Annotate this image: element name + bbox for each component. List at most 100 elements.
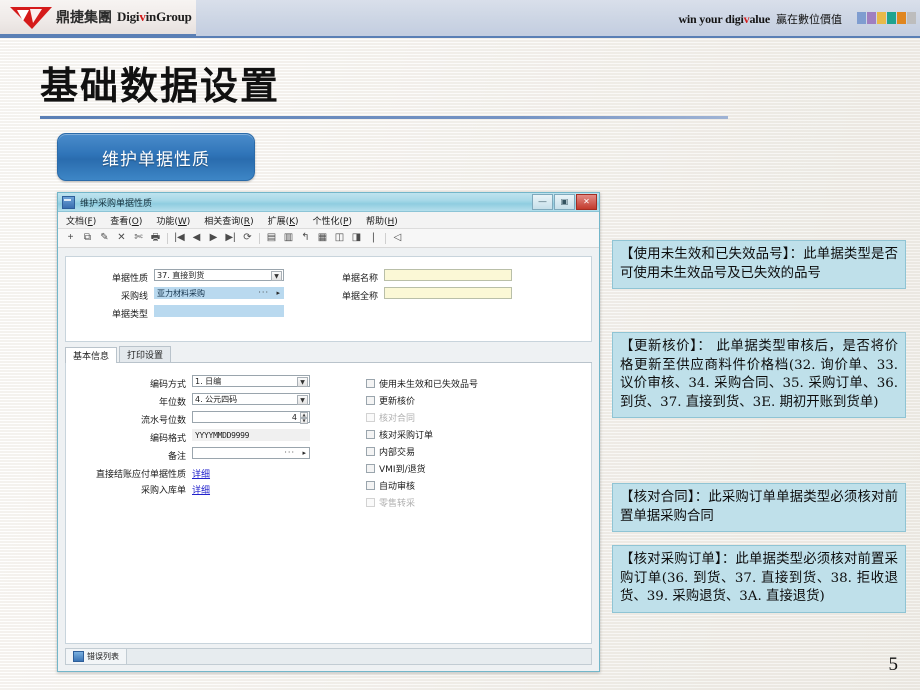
brand-swatch-4: [897, 12, 906, 24]
toolbar-separator: [259, 232, 260, 244]
checkbox-1[interactable]: 更新核价: [366, 394, 415, 407]
purchase-receipt-detail-link[interactable]: 详细: [192, 483, 210, 496]
ellipsis-icon[interactable]: ···: [284, 448, 295, 457]
brand-swatch-0: [857, 12, 866, 24]
maximize-button[interactable]: ▣: [554, 194, 575, 210]
main-form-panel: 编码方式 1. 日编 ▼ 年位数 4. 公元四码 ▼ 流水号位数 4 ▲ ▼ 编码…: [65, 363, 592, 644]
slide-canvas: 鼎捷集團 DigivinGroup win your digivalue 贏在數…: [0, 0, 920, 690]
error-list-tab[interactable]: 错误列表: [66, 649, 127, 664]
add-icon[interactable]: +: [62, 230, 79, 246]
purchase-line-value: 亚力材料采购: [157, 288, 205, 298]
approve-icon[interactable]: ◨: [348, 230, 365, 246]
serial-digits-spinner[interactable]: 4 ▲ ▼: [192, 411, 310, 424]
print-icon[interactable]: 🖶: [147, 230, 164, 246]
cut-icon[interactable]: ✄: [130, 230, 147, 246]
lookup-arrow-icon[interactable]: ▸: [302, 449, 306, 457]
toolbar-separator: [167, 232, 168, 244]
label-remark: 备注: [167, 452, 186, 462]
save-icon[interactable]: ▤: [263, 230, 280, 246]
remark-lookup[interactable]: ··· ▸: [192, 447, 310, 459]
tab-strip: 基本信息 打印设置: [65, 346, 592, 363]
brand-swatch-3: [887, 12, 896, 24]
document-fullname-input[interactable]: [384, 287, 512, 299]
checkbox-box-icon: [366, 447, 375, 456]
application-icon: [62, 195, 75, 209]
checkbox-5[interactable]: VMI到/退货: [366, 462, 426, 475]
checkbox-label: 更新核价: [379, 397, 416, 407]
checkbox-box-icon: [366, 498, 375, 507]
logo-chinese-text: 鼎捷集團: [56, 10, 112, 26]
label-document-name: 单据名称: [341, 274, 378, 284]
direct-settle-payable-detail-link[interactable]: 详细: [192, 467, 210, 480]
close-button[interactable]: ✕: [576, 194, 597, 210]
document-type-field[interactable]: [154, 305, 284, 317]
title-underline-rule: [40, 116, 728, 119]
error-list-icon: [73, 651, 84, 662]
refresh-icon[interactable]: ⟳: [239, 230, 256, 246]
checkbox-0[interactable]: 使用未生效和已失效品号: [366, 377, 478, 390]
menu-item-4[interactable]: 扩展(K): [268, 214, 299, 227]
coding-method-combo[interactable]: 1. 日编 ▼: [192, 375, 310, 387]
open-icon[interactable]: ▥: [280, 230, 297, 246]
brand-banner: 鼎捷集團 DigivinGroup win your digivalue 贏在數…: [0, 0, 920, 38]
checkbox-2: 核对合同: [366, 411, 415, 424]
purchase-line-lookup[interactable]: 亚力材料采购 ··· ▸: [154, 287, 284, 299]
chevron-down-icon[interactable]: ▼: [297, 395, 308, 405]
coding-format-value: YYYYMMDD9999: [195, 430, 250, 440]
checkbox-3[interactable]: 核对采购订单: [366, 428, 433, 441]
serial-digits-value: 4: [291, 412, 297, 422]
window-title: 维护采购单据性质: [80, 198, 153, 209]
lookup-arrow-icon[interactable]: ▸: [276, 289, 280, 297]
checkbox-box-icon: [366, 430, 375, 439]
note-use-invalid-item: 【使用未生效和已失效品号】：此单据类型是否可使用未生效品号及已失效的品号: [612, 240, 906, 289]
year-digits-combo[interactable]: 4. 公元四码 ▼: [192, 393, 310, 405]
document-property-value: 37. 直接到货: [157, 270, 205, 280]
menu-item-6[interactable]: 帮助(H): [366, 214, 398, 227]
label-document-type: 单据类型: [111, 310, 148, 320]
menu-item-3[interactable]: 相关查询(R): [204, 214, 253, 227]
checkbox-box-icon: [366, 379, 375, 388]
logo-english-text: DigivinGroup: [117, 9, 192, 24]
minimize-button[interactable]: —: [532, 194, 553, 210]
next-record-icon[interactable]: ▶: [205, 230, 222, 246]
checkbox-label: 使用未生效和已失效品号: [379, 380, 479, 390]
attach-icon[interactable]: ❘: [365, 230, 382, 246]
tab-0[interactable]: 基本信息: [65, 347, 118, 363]
menu-item-1[interactable]: 查看(O): [110, 214, 142, 227]
first-record-icon[interactable]: |◀: [171, 230, 188, 246]
document-property-combo[interactable]: 37. 直接到货 ▼: [154, 269, 284, 281]
error-list-label: 错误列表: [87, 652, 119, 661]
chevron-down-icon[interactable]: ▼: [271, 271, 282, 281]
toolbar-separator: [385, 232, 386, 244]
page-title: 基础数据设置: [40, 64, 281, 108]
document-name-input[interactable]: [384, 269, 512, 281]
window-control-buttons: — ▣ ✕: [532, 194, 597, 210]
tab-1[interactable]: 打印设置: [119, 346, 172, 362]
checkbox-4[interactable]: 内部交易: [366, 445, 415, 458]
maintain-document-property-button[interactable]: 维护单据性质: [57, 133, 255, 181]
checkbox-6[interactable]: 自动审核: [366, 479, 415, 492]
note-check-purchase-order: 【核对采购订单】：此单据类型必须核对前置采购订单(36. 到货、37. 直接到货…: [612, 545, 906, 613]
window-titlebar[interactable]: 维护采购单据性质 — ▣ ✕: [58, 193, 599, 212]
spinner-arrows-icon[interactable]: ▲ ▼: [300, 412, 308, 424]
brand-swatch-1: [867, 12, 876, 24]
ellipsis-icon[interactable]: ···: [258, 288, 269, 297]
checkbox-box-icon: [366, 464, 375, 473]
undo-icon[interactable]: ↰: [297, 230, 314, 246]
edit-icon[interactable]: ✎: [96, 230, 113, 246]
post-icon[interactable]: ▦: [314, 230, 331, 246]
label-coding-format: 编码格式: [149, 434, 186, 444]
brand-tagline: win your digivalue 贏在數位價值: [678, 11, 842, 27]
menu-item-2[interactable]: 功能(W): [156, 214, 190, 227]
checkbox-box-icon: [366, 481, 375, 490]
copy-icon[interactable]: ⧉: [79, 230, 96, 246]
menu-item-0[interactable]: 文档(F): [66, 214, 96, 227]
unpost-icon[interactable]: ◫: [331, 230, 348, 246]
check-icon[interactable]: ◁: [389, 230, 406, 246]
prev-record-icon[interactable]: ◀: [188, 230, 205, 246]
delete-icon[interactable]: ✕: [113, 230, 130, 246]
menu-item-5[interactable]: 个性化(P): [313, 214, 352, 227]
chevron-down-icon[interactable]: ▼: [297, 377, 308, 387]
last-record-icon[interactable]: ▶|: [222, 230, 239, 246]
label-coding-method: 编码方式: [149, 380, 186, 390]
